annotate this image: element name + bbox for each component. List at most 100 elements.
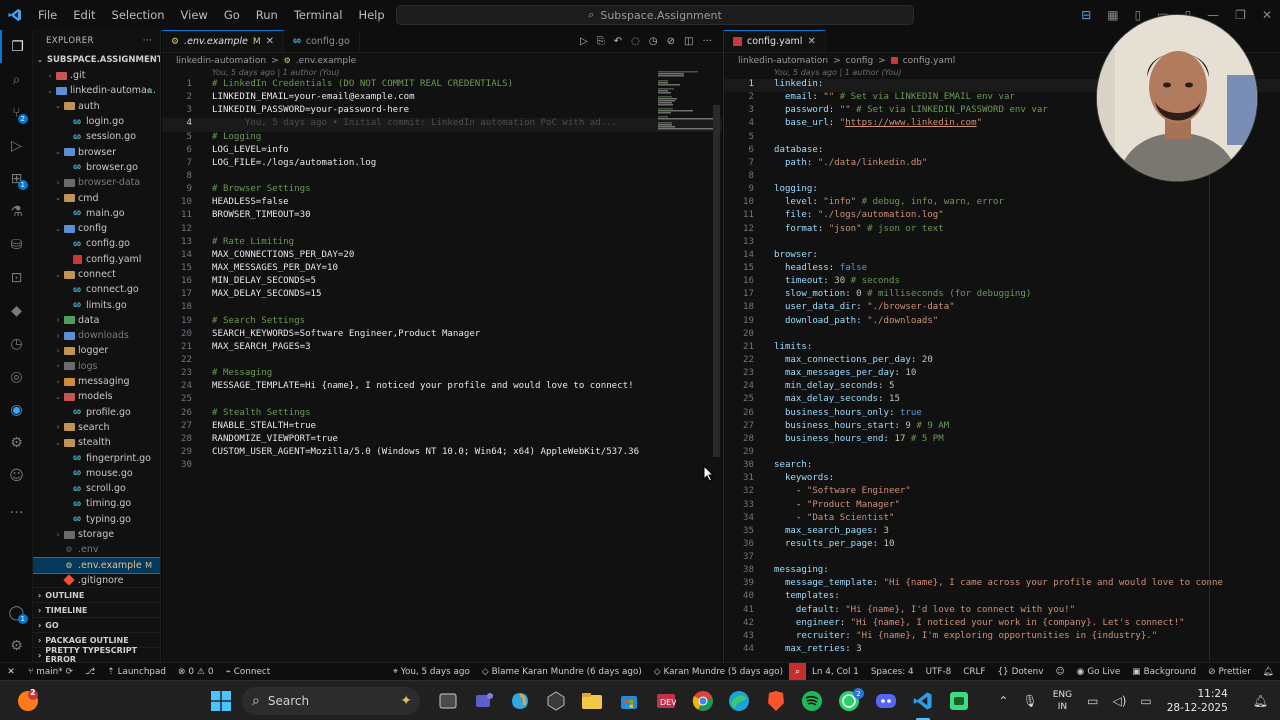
code-line[interactable]: 36 results_per_page: 10: [724, 539, 1280, 552]
folder-item[interactable]: ⌄ browser: [33, 144, 160, 159]
breadcrumb-file[interactable]: .env.example: [296, 56, 356, 66]
file-item[interactable]: GO browser.go: [33, 160, 160, 175]
copilot-status-icon[interactable]: ☺: [1049, 663, 1070, 681]
code-line[interactable]: 15 MAX_MESSAGES_PER_DAY=10: [162, 263, 722, 276]
dev-home-icon[interactable]: DEV: [654, 689, 678, 713]
code-line[interactable]: 14 MAX_CONNECTIONS_PER_DAY=20: [162, 250, 722, 263]
code-line[interactable]: 33 - "Product Manager": [724, 500, 1280, 513]
tab-config-go[interactable]: GO config.go: [284, 30, 360, 52]
code-line[interactable]: 9 # Browser Settings: [162, 184, 722, 197]
breadcrumb-subfolder[interactable]: config: [846, 56, 874, 66]
code-line[interactable]: 22: [162, 355, 722, 368]
code-line[interactable]: 10 HEADLESS=false: [162, 197, 722, 210]
code-line[interactable]: 31 keywords:: [724, 473, 1280, 486]
indentation[interactable]: Spaces: 4: [865, 663, 920, 681]
network-icon[interactable]: ▭: [1087, 694, 1098, 708]
gitlens-icon[interactable]: ◎: [0, 360, 33, 393]
code-line[interactable]: 22 max_connections_per_day: 20: [724, 355, 1280, 368]
code-line[interactable]: 44 max_retries: 3: [724, 644, 1280, 657]
code-line[interactable]: 23 max_messages_per_day: 10: [724, 368, 1280, 381]
breadcrumb-file[interactable]: config.yaml: [903, 56, 956, 66]
run-debug-icon[interactable]: ▷: [0, 129, 33, 162]
file-item[interactable]: GO connect.go: [33, 282, 160, 297]
code-line[interactable]: 32 - "Software Engineer": [724, 486, 1280, 499]
code-line[interactable]: 6 LOG_LEVEL=info: [162, 145, 722, 158]
chevron-up-icon[interactable]: ⌃: [998, 694, 1008, 708]
vertical-scrollbar[interactable]: [713, 105, 720, 457]
blame-file-item[interactable]: ◇ Blame Karan Mundre (6 days ago): [476, 663, 648, 681]
sidebar-section[interactable]: › PACKAGE OUTLINE: [33, 632, 160, 647]
code-line[interactable]: 7 LOG_FILE=./logs/automation.log: [162, 158, 722, 171]
folder-item[interactable]: ⌄ cmd: [33, 190, 160, 205]
folder-item[interactable]: › search: [33, 420, 160, 435]
code-line[interactable]: 28 RANDOMIZE_VIEWPORT=true: [162, 434, 722, 447]
sidebar-section[interactable]: › OUTLINE: [33, 587, 160, 602]
layout-icon[interactable]: ▦: [1107, 8, 1118, 22]
code-line[interactable]: 29: [724, 447, 1280, 460]
blame-codelens[interactable]: You, 5 days ago | 1 author (You): [162, 68, 722, 79]
menu-terminal[interactable]: Terminal: [286, 0, 351, 30]
folder-item[interactable]: › downloads: [33, 328, 160, 343]
code-line[interactable]: 2 LINKEDIN_EMAIL=your-email@example.com: [162, 92, 722, 105]
code-line[interactable]: 19 download_path: "./downloads": [724, 316, 1280, 329]
file-item[interactable]: GO limits.go: [33, 297, 160, 312]
sidebar-section[interactable]: › PRETTY TYPESCRIPT ERROR: [33, 646, 160, 662]
folder-item[interactable]: › messaging: [33, 374, 160, 389]
code-line[interactable]: 1 # LinkedIn Credentials (DO NOT COMMIT R…: [162, 79, 722, 92]
timeline-icon[interactable]: ◷: [0, 327, 33, 360]
code-line[interactable]: 30 search:: [724, 460, 1280, 473]
folder-item[interactable]: ⌄ models: [33, 389, 160, 404]
undo-icon[interactable]: ↶: [614, 36, 622, 47]
folder-item[interactable]: › .git: [33, 68, 160, 83]
notifications-bell-icon[interactable]: 🔔︎: [1257, 663, 1280, 681]
code-line[interactable]: 25 max_delay_seconds: 15: [724, 394, 1280, 407]
explorer-icon[interactable]: ❐: [0, 30, 33, 63]
code-line[interactable]: 39 message_template: "Hi {name}, I came …: [724, 578, 1280, 591]
task-view-icon[interactable]: [436, 689, 460, 713]
menu-edit[interactable]: Edit: [65, 0, 103, 30]
more-actions-icon[interactable]: ···: [702, 36, 712, 47]
code-line[interactable]: 18: [162, 302, 722, 315]
search-error-icon[interactable]: ⌕: [789, 662, 806, 681]
breadcrumb-folder[interactable]: linkedin-automation: [176, 56, 266, 66]
problems-indicator[interactable]: ⊗ 0 ⚠ 0: [172, 663, 219, 681]
gitlens-graph-icon[interactable]: ⎇: [79, 663, 101, 681]
split-editor-icon[interactable]: ◫: [684, 36, 693, 47]
brave-icon[interactable]: [764, 689, 788, 713]
timeline-icon[interactable]: ◷: [649, 36, 658, 47]
file-item[interactable]: GO profile.go: [33, 405, 160, 420]
close-tab-icon[interactable]: ✕: [807, 36, 815, 47]
code-line[interactable]: 4 You, 5 days ago • Initial commit: Link…: [162, 118, 722, 132]
language-mode[interactable]: {} Dotenv: [991, 663, 1049, 681]
chrome-icon[interactable]: [691, 689, 715, 713]
code-line[interactable]: 14 browser:: [724, 250, 1280, 263]
code-line[interactable]: 16 MIN_DELAY_SECONDS=5: [162, 276, 722, 289]
copilot-icon[interactable]: ⊟: [1081, 8, 1091, 22]
file-item[interactable]: GO session.go: [33, 129, 160, 144]
tab-env-example[interactable]: ⚙ .env.example M ✕: [162, 30, 285, 52]
code-line[interactable]: 35 max_search_pages: 3: [724, 526, 1280, 539]
database-icon[interactable]: ⛁: [0, 228, 33, 261]
menu-view[interactable]: View: [173, 0, 216, 30]
microsoft-store-icon[interactable]: [617, 689, 641, 713]
folder-item[interactable]: ⌄ config: [33, 221, 160, 236]
docker-icon[interactable]: ◆: [0, 294, 33, 327]
command-center[interactable]: ⌕ Subspace.Assignment: [396, 5, 914, 25]
microphone-icon[interactable]: 🎙︎: [1022, 694, 1037, 708]
source-control-icon[interactable]: ⑂ 2: [0, 96, 33, 129]
compare-icon[interactable]: ⎘: [597, 36, 605, 47]
file-explorer-icon[interactable]: [580, 689, 604, 713]
folder-item[interactable]: ⌄ stealth: [33, 435, 160, 450]
code-line[interactable]: 13: [724, 237, 1280, 250]
menu-file[interactable]: File: [30, 0, 65, 30]
file-item[interactable]: GO main.go: [33, 206, 160, 221]
code-editor-left[interactable]: 1 # LinkedIn Credentials (DO NOT COMMIT R…: [162, 79, 722, 473]
language-indicator[interactable]: ENG IN: [1053, 689, 1072, 713]
code-line[interactable]: 16 timeout: 30 # seconds: [724, 276, 1280, 289]
accounts-icon[interactable]: ◯ 1: [0, 596, 33, 629]
code-line[interactable]: 3 LINKEDIN_PASSWORD=your-password-here: [162, 105, 722, 118]
volume-icon[interactable]: ◁): [1112, 694, 1126, 708]
file-item[interactable]: ⚙ .env.example M: [33, 556, 160, 574]
remote-indicator-icon[interactable]: ✕: [0, 663, 22, 681]
launchpad-item[interactable]: ⇡ Launchpad: [101, 663, 172, 681]
